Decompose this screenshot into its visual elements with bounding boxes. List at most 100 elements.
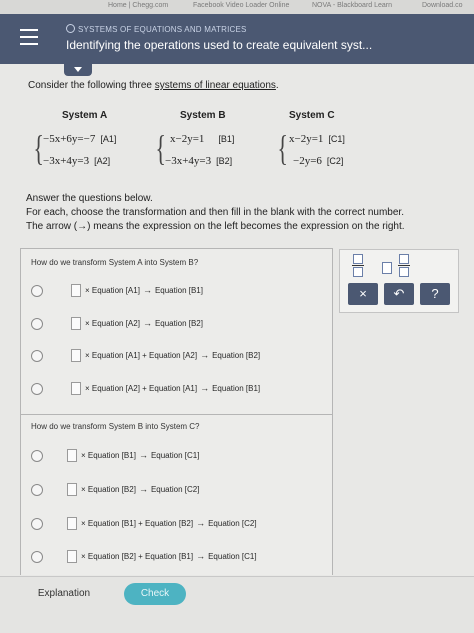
equation-a2-expr: −3x+4y=3 (43, 155, 90, 167)
arrow-icon: → (200, 350, 210, 360)
q1-option-3-post: Equation [B2] (212, 350, 261, 360)
q1-option-3-pre: × Equation [A1] + Equation [A2] (85, 350, 198, 360)
bookmark-facebook-loader[interactable]: Facebook Video Loader Online (193, 2, 289, 9)
equation-c2: −2y=6 [C2] (293, 155, 343, 167)
q1-option-1-pre: × Equation [A1] (85, 285, 140, 295)
system-a-heading: System A (62, 110, 108, 121)
q1-option-3-radio[interactable] (31, 350, 43, 362)
mixed-number-whole-box (382, 262, 392, 274)
q2-option-2-pre: × Equation [B2] (81, 484, 136, 494)
q2-option-3-post: Equation [C2] (208, 518, 257, 528)
system-c-heading: System C (289, 110, 335, 121)
q1-option-3-blank[interactable] (71, 348, 81, 362)
q1-option-4-radio[interactable] (31, 383, 43, 395)
equation-b2-expr: −3x+4y=3 (165, 155, 212, 167)
q2-option-4-blank[interactable] (67, 549, 77, 563)
answer-tools: × ↶ ? (339, 249, 459, 313)
equation-b2-tag: [B2] (216, 156, 233, 166)
q1-option-2-post: Equation [B2] (154, 318, 203, 328)
equation-a2: −3x+4y=3 [A2] (43, 155, 110, 167)
q2-option-1-post: Equation [C1] (150, 450, 200, 460)
q1-option-3: × Equation [A1] + Equation [A2] → Equation… (71, 348, 260, 362)
q2-option-2: × Equation [B2] → Equation [C2] (67, 482, 199, 496)
mixed-number-icon[interactable] (398, 254, 410, 277)
explanation-button[interactable]: Explanation (26, 583, 102, 605)
header-bar: SYSTEMS OF EQUATIONS AND MATRICES Identi… (0, 14, 474, 64)
q1-option-1: × Equation [A1] → Equation [B1] (71, 283, 203, 297)
bookmark-blackboard[interactable]: NOVA - Blackboard Learn (312, 2, 392, 9)
menu-icon[interactable] (20, 29, 38, 45)
q2-option-1-pre: × Equation [B1] (81, 450, 136, 460)
instructions-line-2: For each, choose the transformation and … (26, 207, 404, 218)
q2-option-3: × Equation [B1] + Equation [B2] → Equation… (67, 516, 257, 530)
q1-option-2-pre: × Equation [A2] (85, 318, 140, 328)
q2-option-1-blank[interactable] (67, 448, 77, 462)
equation-c1: x−2y=1 [C1] (289, 133, 345, 145)
arrow-icon: → (138, 450, 148, 460)
close-icon[interactable]: × (348, 283, 378, 305)
question-1-panel: How do we transform System A into System… (20, 248, 333, 415)
instructions-line-3: The arrow (→) means the expression on th… (26, 221, 405, 232)
equation-c1-tag: [C1] (328, 134, 345, 144)
arrow-icon: → (142, 318, 152, 328)
circle-icon (66, 24, 75, 33)
equation-a1-tag: [A1] (100, 134, 117, 144)
intro-text: Consider the following three systems of … (28, 80, 279, 91)
equation-c2-tag: [C2] (326, 156, 344, 166)
question-2-prompt: How do we transform System B into System… (31, 422, 200, 431)
q1-option-2-radio[interactable] (31, 318, 43, 330)
intro-before: Consider the following three (28, 80, 155, 91)
breadcrumb: SYSTEMS OF EQUATIONS AND MATRICES (66, 24, 247, 34)
q2-option-4-radio[interactable] (31, 551, 43, 563)
q2-option-1-radio[interactable] (31, 450, 43, 462)
q2-option-3-radio[interactable] (31, 518, 43, 530)
q2-option-2-radio[interactable] (31, 484, 43, 496)
undo-icon[interactable]: ↶ (384, 283, 414, 305)
intro-after: . (275, 80, 279, 91)
help-icon[interactable]: ? (420, 283, 450, 305)
equation-a1-expr: −5x+6y=−7 (43, 133, 96, 145)
equation-b1-expr: x−2y=1 (170, 133, 205, 145)
q2-option-2-post: Equation [C2] (150, 484, 200, 494)
equation-a2-tag: [A2] (94, 156, 111, 166)
equation-c1-expr: x−2y=1 (289, 133, 324, 145)
q2-option-3-blank[interactable] (67, 516, 77, 530)
q1-option-1-radio[interactable] (31, 285, 43, 297)
equation-b1-tag: [B1] (218, 134, 235, 144)
equation-b1: x−2y=1 [B1] (170, 133, 234, 145)
page-title: Identifying the operations used to creat… (66, 38, 373, 52)
q1-option-4-blank[interactable] (71, 381, 81, 395)
arrow-icon: → (196, 518, 206, 528)
q2-option-4: × Equation [B2] + Equation [B1] → Equation… (67, 549, 257, 563)
q2-option-2-blank[interactable] (67, 482, 77, 496)
systems-link[interactable]: systems of linear equations (155, 80, 276, 91)
q2-option-3-pre: × Equation [B1] + Equation [B2] (81, 518, 194, 528)
q2-option-1: × Equation [B1] → Equation [C1] (67, 448, 199, 462)
q1-option-4-post: Equation [B1] (212, 383, 261, 393)
bookmarks-bar: Home | Chegg.com Facebook Video Loader O… (0, 0, 474, 14)
instructions-line-1: Answer the questions below. (26, 193, 153, 204)
bookmark-chegg[interactable]: Home | Chegg.com (108, 2, 168, 9)
breadcrumb-text: SYSTEMS OF EQUATIONS AND MATRICES (78, 25, 247, 34)
equation-a1: −5x+6y=−7 [A1] (43, 133, 116, 145)
arrow-icon: → (142, 285, 152, 295)
system-b-heading: System B (180, 110, 226, 121)
q1-option-2-blank[interactable] (71, 316, 81, 330)
q1-option-1-blank[interactable] (71, 283, 81, 297)
equation-b2: −3x+4y=3 [B2] (165, 155, 232, 167)
bookmark-download[interactable]: Download.co (422, 2, 462, 9)
q2-option-4-post: Equation [C1] (208, 551, 257, 561)
question-2-panel: How do we transform System B into System… (20, 414, 333, 575)
equation-c2-expr: −2y=6 (293, 155, 322, 167)
brace-c: { (277, 128, 288, 168)
arrow-icon: → (196, 551, 206, 561)
fraction-icon[interactable] (352, 254, 364, 277)
question-1-prompt: How do we transform System A into System… (31, 258, 199, 267)
arrow-icon: → (200, 383, 210, 393)
check-button[interactable]: Check (124, 583, 186, 605)
q1-option-4-pre: × Equation [A2] + Equation [A1] (85, 383, 198, 393)
q1-option-1-post: Equation [B1] (154, 285, 203, 295)
chevron-down-icon[interactable] (64, 64, 92, 76)
q1-option-4: × Equation [A2] + Equation [A1] → Equation… (71, 381, 260, 395)
q1-option-2: × Equation [A2] → Equation [B2] (71, 316, 203, 330)
